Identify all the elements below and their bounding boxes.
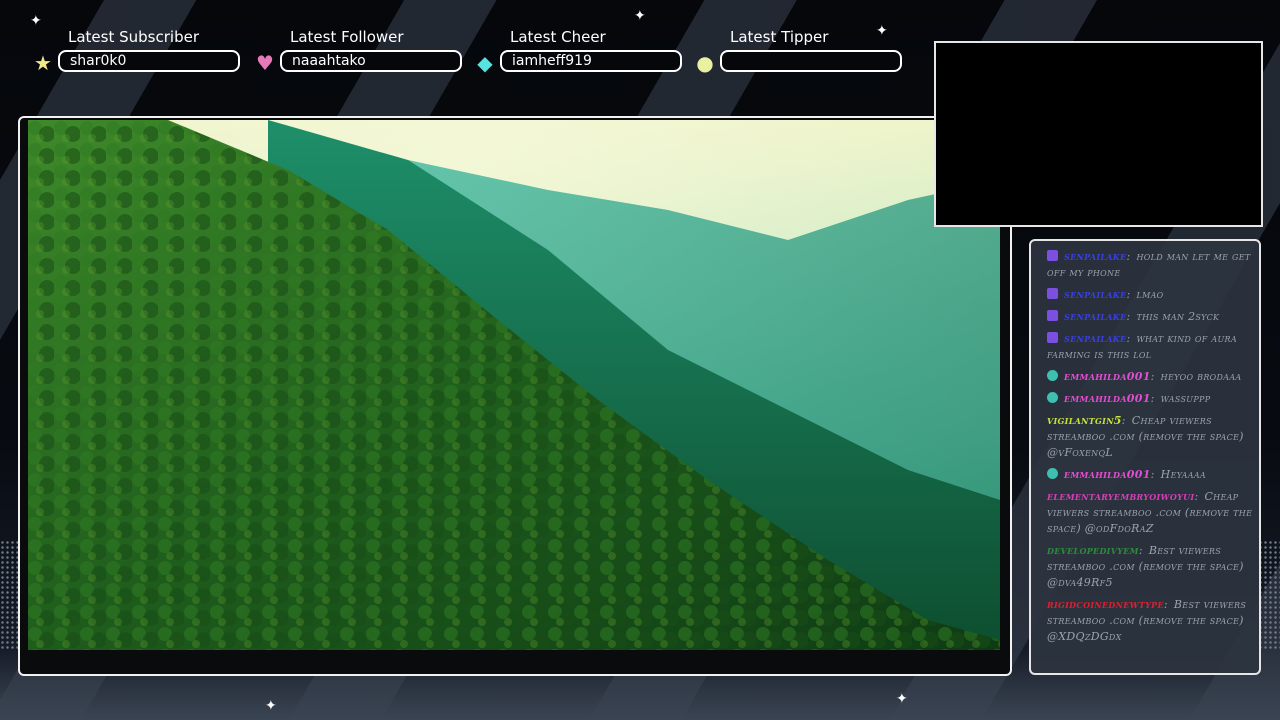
chat-text: Heyaaaa bbox=[1160, 468, 1206, 481]
chat-message: emmahilda001: Heyaaaa bbox=[1047, 467, 1259, 483]
widget-value: naaahtako bbox=[280, 50, 462, 72]
twitch-badge-icon bbox=[1047, 250, 1058, 261]
widget-value: shar0k0 bbox=[58, 50, 240, 72]
gem-badge-icon bbox=[1047, 392, 1058, 403]
chat-username: senpailake bbox=[1064, 310, 1127, 323]
chat-username: senpailake bbox=[1064, 250, 1127, 263]
chat-message: elementaryembryoiwoyui: Cheap viewers str… bbox=[1047, 490, 1253, 535]
coin-icon: ● bbox=[696, 51, 714, 75]
sparkle-icon: ✦ bbox=[876, 23, 888, 39]
widget-label: Latest Follower bbox=[290, 28, 404, 46]
gameplay-video bbox=[28, 120, 1000, 658]
webcam-box bbox=[934, 41, 1263, 227]
widget-label: Latest Tipper bbox=[730, 28, 829, 46]
widget-label: Latest Subscriber bbox=[68, 28, 199, 46]
chat-text: wassuppp bbox=[1160, 392, 1211, 405]
chat-text: this man 2syck bbox=[1136, 310, 1220, 323]
video-frame bbox=[18, 116, 1012, 676]
chat-username: senpailake bbox=[1064, 288, 1127, 301]
chat-username: senpailake bbox=[1064, 332, 1127, 345]
gem-badge-icon bbox=[1047, 468, 1058, 479]
chat-username: elementaryembryoiwoyui bbox=[1047, 490, 1195, 503]
gem-badge-icon bbox=[1047, 370, 1058, 381]
twitch-badge-icon bbox=[1047, 310, 1058, 321]
dot-pattern-right bbox=[1258, 540, 1280, 650]
chat-message: rigidcoinednewtype: Best viewers streambo… bbox=[1047, 598, 1247, 643]
chat-username: emmahilda001 bbox=[1064, 468, 1151, 481]
widget-value bbox=[720, 50, 902, 72]
chat-message: vigilantgin5: Cheap viewers streamboo .co… bbox=[1047, 414, 1244, 459]
twitch-badge-icon bbox=[1047, 288, 1058, 299]
sparkle-icon: ✦ bbox=[265, 698, 277, 714]
chat-message: senpailake: this man 2syck bbox=[1047, 309, 1259, 325]
star-icon: ★ bbox=[34, 51, 52, 75]
forest-mountain-scene bbox=[28, 120, 1000, 658]
chat-username: vigilantgin5 bbox=[1047, 414, 1122, 427]
chat-username: rigidcoinednewtype bbox=[1047, 598, 1164, 611]
chat-username: emmahilda001 bbox=[1064, 392, 1151, 405]
chat-message-list: senpailake: hold man let me get off my ph… bbox=[1047, 249, 1259, 651]
chat-message: emmahilda001: heyoo brodaaa bbox=[1047, 369, 1259, 385]
chat-text: lmao bbox=[1136, 288, 1164, 301]
chat-message: senpailake: hold man let me get off my ph… bbox=[1047, 250, 1251, 279]
sparkle-icon: ✦ bbox=[30, 13, 42, 29]
chat-message: developedivyem: Best viewers streamboo .c… bbox=[1047, 544, 1244, 589]
gem-icon: ◆ bbox=[477, 51, 493, 75]
chat-username: developedivyem bbox=[1047, 544, 1139, 557]
twitch-badge-icon bbox=[1047, 332, 1058, 343]
sparkle-icon: ✦ bbox=[896, 691, 908, 707]
sparkle-icon: ✦ bbox=[634, 8, 646, 24]
chat-username: emmahilda001 bbox=[1064, 370, 1151, 383]
widget-value: iamheff919 bbox=[500, 50, 682, 72]
dot-pattern-left bbox=[0, 540, 18, 650]
chat-panel: senpailake: hold man let me get off my ph… bbox=[1029, 239, 1261, 675]
chat-message: emmahilda001: wassuppp bbox=[1047, 391, 1259, 407]
chat-message: senpailake: lmao bbox=[1047, 287, 1259, 303]
chat-message: senpailake: what kind of aura farming is … bbox=[1047, 332, 1237, 361]
chat-text: heyoo brodaaa bbox=[1160, 370, 1242, 383]
widget-label: Latest Cheer bbox=[510, 28, 606, 46]
heart-icon: ♥ bbox=[256, 51, 274, 75]
